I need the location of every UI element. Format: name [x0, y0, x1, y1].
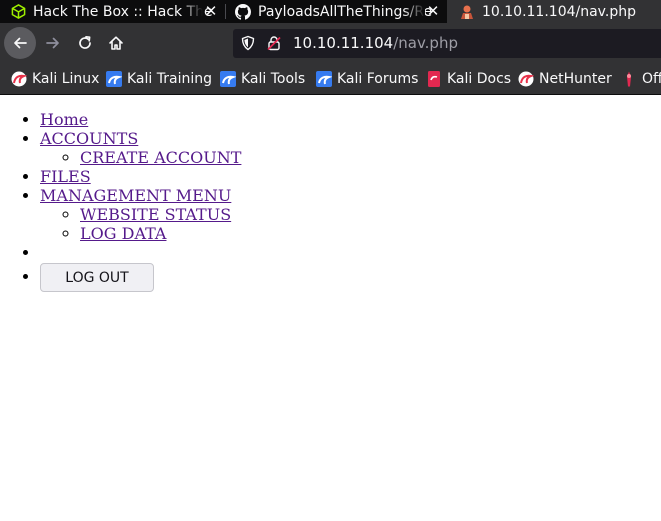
url-path: /nav.php: [393, 34, 458, 52]
list-item: LOG OUT: [40, 263, 661, 292]
bookmark-label: Kali Tools: [241, 71, 306, 87]
close-icon[interactable]: ✕: [425, 3, 441, 19]
bookmark-kali-tools[interactable]: Kali Tools: [220, 70, 305, 88]
main-nav-list: Home ACCOUNTS CREATE ACCOUNT FILES MANAG…: [0, 110, 661, 292]
kali-dragon-icon: [11, 71, 27, 87]
back-button[interactable]: [4, 27, 36, 59]
accounts-link[interactable]: ACCOUNTS: [40, 129, 138, 148]
close-icon[interactable]: ✕: [203, 3, 219, 19]
list-item: MANAGEMENT MENU WEBSITE STATUS LOG DATA: [40, 186, 661, 243]
bookmark-label: Off: [642, 71, 661, 87]
page-favicon: [459, 4, 475, 20]
bookmark-offsec[interactable]: Off: [621, 70, 661, 88]
nethunter-icon: [518, 71, 534, 87]
forward-button[interactable]: [37, 27, 69, 59]
bookmark-kali-docs[interactable]: Kali Docs: [426, 70, 511, 88]
list-item: WEBSITE STATUS: [80, 205, 661, 224]
home-link[interactable]: Home: [40, 110, 88, 129]
forward-arrow-icon: [46, 37, 59, 49]
list-item: Home: [40, 110, 661, 129]
home-icon: [109, 36, 123, 50]
list-item: CREATE ACCOUNT: [80, 148, 661, 167]
website-status-link[interactable]: WEBSITE STATUS: [80, 205, 231, 224]
empty-list-item: [40, 243, 661, 262]
bookmark-kali-training[interactable]: Kali Training: [106, 70, 212, 88]
accounts-submenu: CREATE ACCOUNT: [40, 148, 661, 167]
url-host: 10.10.11.104: [293, 34, 394, 52]
logout-button[interactable]: LOG OUT: [40, 263, 154, 292]
kali-forums-icon: [316, 71, 332, 87]
insecure-lock-icon[interactable]: [266, 35, 282, 51]
home-button[interactable]: [100, 27, 132, 59]
create-account-link[interactable]: CREATE ACCOUNT: [80, 148, 241, 167]
bookmark-label: Kali Docs: [447, 71, 512, 87]
list-item: LOG DATA: [80, 224, 661, 243]
reload-button[interactable]: [69, 27, 101, 59]
kali-training-icon: [106, 71, 122, 87]
github-icon: [235, 3, 251, 20]
bookmark-nethunter[interactable]: NetHunter: [518, 70, 612, 88]
log-data-link[interactable]: LOG DATA: [80, 224, 166, 243]
navigation-toolbar: 10.10.11.104/nav.php: [0, 23, 661, 63]
bookmark-kali-forums[interactable]: Kali Forums: [316, 70, 418, 88]
list-item: FILES: [40, 167, 661, 186]
bookmark-kali-linux[interactable]: Kali Linux: [11, 70, 99, 88]
offsec-icon: [627, 71, 631, 87]
url-bar[interactable]: 10.10.11.104/nav.php: [233, 29, 661, 58]
tab-strip: Hack The Box :: Hack The ✕ PayloadsAllTh…: [0, 0, 661, 23]
bookmarks-toolbar: Kali Linux Kali Training Kali Tools Kali…: [0, 63, 661, 95]
back-arrow-icon: [14, 37, 27, 49]
url-text[interactable]: 10.10.11.104/nav.php: [293, 34, 458, 52]
management-menu-link[interactable]: MANAGEMENT MENU: [40, 186, 231, 205]
bookmark-label: Kali Training: [127, 71, 212, 87]
tab-nav-php[interactable]: 10.10.11.104/nav.php: [447, 0, 661, 23]
tracking-shield-icon[interactable]: [240, 35, 256, 51]
kali-docs-icon: [428, 71, 440, 87]
hackthebox-cube-icon: [10, 4, 26, 20]
kali-tools-icon: [220, 71, 236, 87]
list-item: ACCOUNTS CREATE ACCOUNT: [40, 129, 661, 167]
tab-payloadsallthethings[interactable]: PayloadsAllTheThings/Re ✕: [225, 0, 447, 23]
tab-hackthebox[interactable]: Hack The Box :: Hack The ✕: [0, 0, 225, 23]
tab-title: 10.10.11.104/nav.php: [482, 3, 636, 20]
bookmark-label: Kali Linux: [32, 71, 100, 87]
reload-icon: [79, 35, 91, 49]
page-content: Home ACCOUNTS CREATE ACCOUNT FILES MANAG…: [0, 95, 661, 521]
bookmark-label: NetHunter: [539, 71, 612, 87]
management-submenu: WEBSITE STATUS LOG DATA: [40, 205, 661, 243]
files-link[interactable]: FILES: [40, 167, 91, 186]
bookmark-label: Kali Forums: [337, 71, 419, 87]
